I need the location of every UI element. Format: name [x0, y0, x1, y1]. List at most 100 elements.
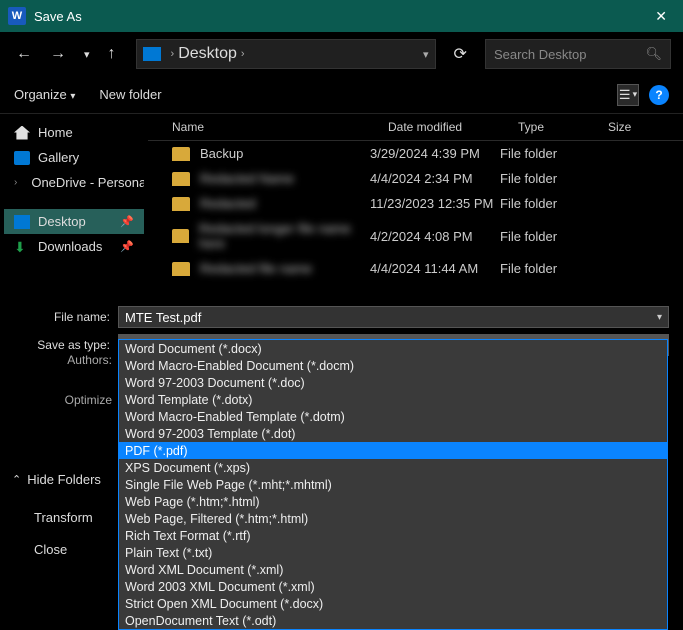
table-row[interactable]: Redacted file name 4/4/2024 11:44 AMFile …	[148, 256, 683, 281]
folder-icon	[172, 147, 190, 161]
desktop-icon	[14, 215, 30, 229]
dropdown-option[interactable]: PDF (*.pdf)	[119, 442, 667, 459]
file-date: 3/29/2024 4:39 PM	[370, 146, 500, 161]
dropdown-option[interactable]: Word Document (*.docx)	[119, 340, 667, 357]
breadcrumb-segment[interactable]: Desktop	[178, 45, 237, 63]
sidebar-item-label: OneDrive - Personal	[31, 175, 144, 190]
sidebar-item-label: Gallery	[38, 150, 79, 165]
up-button[interactable]: ↑	[104, 43, 120, 65]
column-name[interactable]: Name	[172, 120, 388, 134]
save-type-options[interactable]: Word Document (*.docx)Word Macro-Enabled…	[118, 339, 668, 630]
pin-icon: 📌	[120, 215, 134, 228]
sidebar-item-home[interactable]: Home	[4, 120, 144, 145]
pin-icon: 📌	[120, 240, 134, 253]
organize-button[interactable]: Organize ▾	[14, 87, 75, 102]
optimize-label: Optimize	[36, 386, 112, 414]
file-date: 11/23/2023 12:35 PM	[370, 196, 500, 211]
dropdown-option[interactable]: Single File Web Page (*.mht;*.mhtml)	[119, 476, 667, 493]
table-row[interactable]: Redacted Name 4/4/2024 2:34 PMFile folder	[148, 166, 683, 191]
file-date: 4/4/2024 2:34 PM	[370, 171, 500, 186]
chevron-right-icon: ›	[241, 48, 245, 60]
file-name-label: File name:	[14, 310, 110, 324]
column-date[interactable]: Date modified	[388, 120, 518, 134]
file-name: Backup	[200, 146, 243, 161]
download-icon: ⬇	[14, 240, 30, 254]
close-button[interactable]: Close	[34, 542, 67, 557]
form-sublabels: Authors: Optimize	[36, 346, 112, 426]
table-row[interactable]: Redacted 11/23/2023 12:35 PMFile folder	[148, 191, 683, 216]
file-name-input[interactable]: MTE Test.pdf▾	[118, 306, 669, 328]
folder-icon	[172, 197, 190, 211]
folder-icon	[172, 262, 190, 276]
sidebar-item-gallery[interactable]: Gallery	[4, 145, 144, 170]
hide-folders-button[interactable]: ⌃ Hide Folders	[12, 472, 101, 487]
sidebar-item-label: Home	[38, 125, 73, 140]
chevron-down-icon[interactable]: ▾	[423, 48, 429, 61]
dropdown-option[interactable]: Plain Text (*.txt)	[119, 544, 667, 561]
chevron-down-icon[interactable]: ▾	[657, 312, 662, 323]
dropdown-option[interactable]: Word Macro-Enabled Document (*.docm)	[119, 357, 667, 374]
view-options-button[interactable]: ☰▾	[617, 84, 639, 106]
file-name: Redacted file name	[200, 261, 312, 276]
recent-dropdown-icon[interactable]: ▾	[80, 46, 94, 63]
search-icon: 🔍︎	[645, 46, 662, 62]
navigation-bar: ← → ▾ ↑ › Desktop › ▾ ⟳ Search Desktop 🔍…	[0, 32, 683, 76]
desktop-icon	[143, 47, 161, 61]
new-folder-button[interactable]: New folder	[99, 87, 161, 102]
column-headers: Name Date modified Type Size	[148, 114, 683, 141]
sidebar: Home Gallery › OneDrive - Personal Deskto…	[0, 114, 148, 296]
dropdown-option[interactable]: OpenDocument Text (*.odt)	[119, 612, 667, 629]
file-name: Redacted longer file name here	[199, 221, 370, 251]
window-title: Save As	[34, 9, 82, 24]
table-row[interactable]: Backup 3/29/2024 4:39 PMFile folder	[148, 141, 683, 166]
folder-icon	[172, 229, 189, 243]
file-name: Redacted	[200, 196, 256, 211]
sidebar-item-onedrive[interactable]: › OneDrive - Personal	[4, 170, 144, 195]
file-type: File folder	[500, 261, 590, 276]
chevron-up-icon: ⌃	[12, 473, 21, 486]
dropdown-option[interactable]: XPS Document (*.xps)	[119, 459, 667, 476]
titlebar: W Save As ✕	[0, 0, 683, 32]
column-type[interactable]: Type	[518, 120, 608, 134]
chevron-right-icon: ›	[14, 177, 17, 188]
refresh-button[interactable]: ⟳	[454, 44, 467, 64]
search-placeholder: Search Desktop	[494, 47, 587, 62]
file-type: File folder	[500, 146, 590, 161]
dropdown-option[interactable]: Word Macro-Enabled Template (*.dotm)	[119, 408, 667, 425]
file-type: File folder	[500, 196, 590, 211]
forward-button[interactable]: →	[46, 43, 70, 65]
column-size[interactable]: Size	[608, 120, 648, 134]
dropdown-option[interactable]: Word 97-2003 Document (*.doc)	[119, 374, 667, 391]
home-icon	[14, 126, 30, 140]
file-type: File folder	[500, 229, 590, 244]
file-name: Redacted Name	[200, 171, 294, 186]
file-list: Name Date modified Type Size Backup 3/29/…	[148, 114, 683, 296]
sidebar-item-desktop[interactable]: Desktop 📌	[4, 209, 144, 234]
dropdown-option[interactable]: Word 97-2003 Template (*.dot)	[119, 425, 667, 442]
dropdown-option[interactable]: Word XML Document (*.xml)	[119, 561, 667, 578]
dropdown-option[interactable]: Word 2003 XML Document (*.xml)	[119, 578, 667, 595]
table-row[interactable]: Redacted longer file name here4/2/2024 4…	[148, 216, 683, 256]
dropdown-option[interactable]: Rich Text Format (*.rtf)	[119, 527, 667, 544]
file-date: 4/2/2024 4:08 PM	[370, 229, 500, 244]
gallery-icon	[14, 151, 30, 165]
dropdown-option[interactable]: Web Page (*.htm;*.html)	[119, 493, 667, 510]
dropdown-option[interactable]: Strict Open XML Document (*.docx)	[119, 595, 667, 612]
sidebar-item-label: Downloads	[38, 239, 102, 254]
chevron-right-icon: ›	[171, 48, 175, 60]
dropdown-option[interactable]: Word Template (*.dotx)	[119, 391, 667, 408]
file-type: File folder	[500, 171, 590, 186]
authors-label: Authors:	[36, 346, 112, 374]
help-icon[interactable]: ?	[649, 85, 669, 105]
sidebar-item-downloads[interactable]: ⬇ Downloads 📌	[4, 234, 144, 259]
transform-label: Transform	[34, 510, 93, 525]
dropdown-option[interactable]: Web Page, Filtered (*.htm;*.html)	[119, 510, 667, 527]
close-icon[interactable]: ✕	[647, 4, 675, 29]
file-date: 4/4/2024 11:44 AM	[370, 261, 500, 276]
back-button[interactable]: ←	[12, 43, 36, 65]
chevron-down-icon: ▾	[70, 91, 75, 102]
folder-icon	[172, 172, 190, 186]
breadcrumb[interactable]: › Desktop › ▾	[136, 39, 436, 69]
search-input[interactable]: Search Desktop 🔍︎	[485, 39, 671, 69]
sidebar-item-label: Desktop	[38, 214, 86, 229]
